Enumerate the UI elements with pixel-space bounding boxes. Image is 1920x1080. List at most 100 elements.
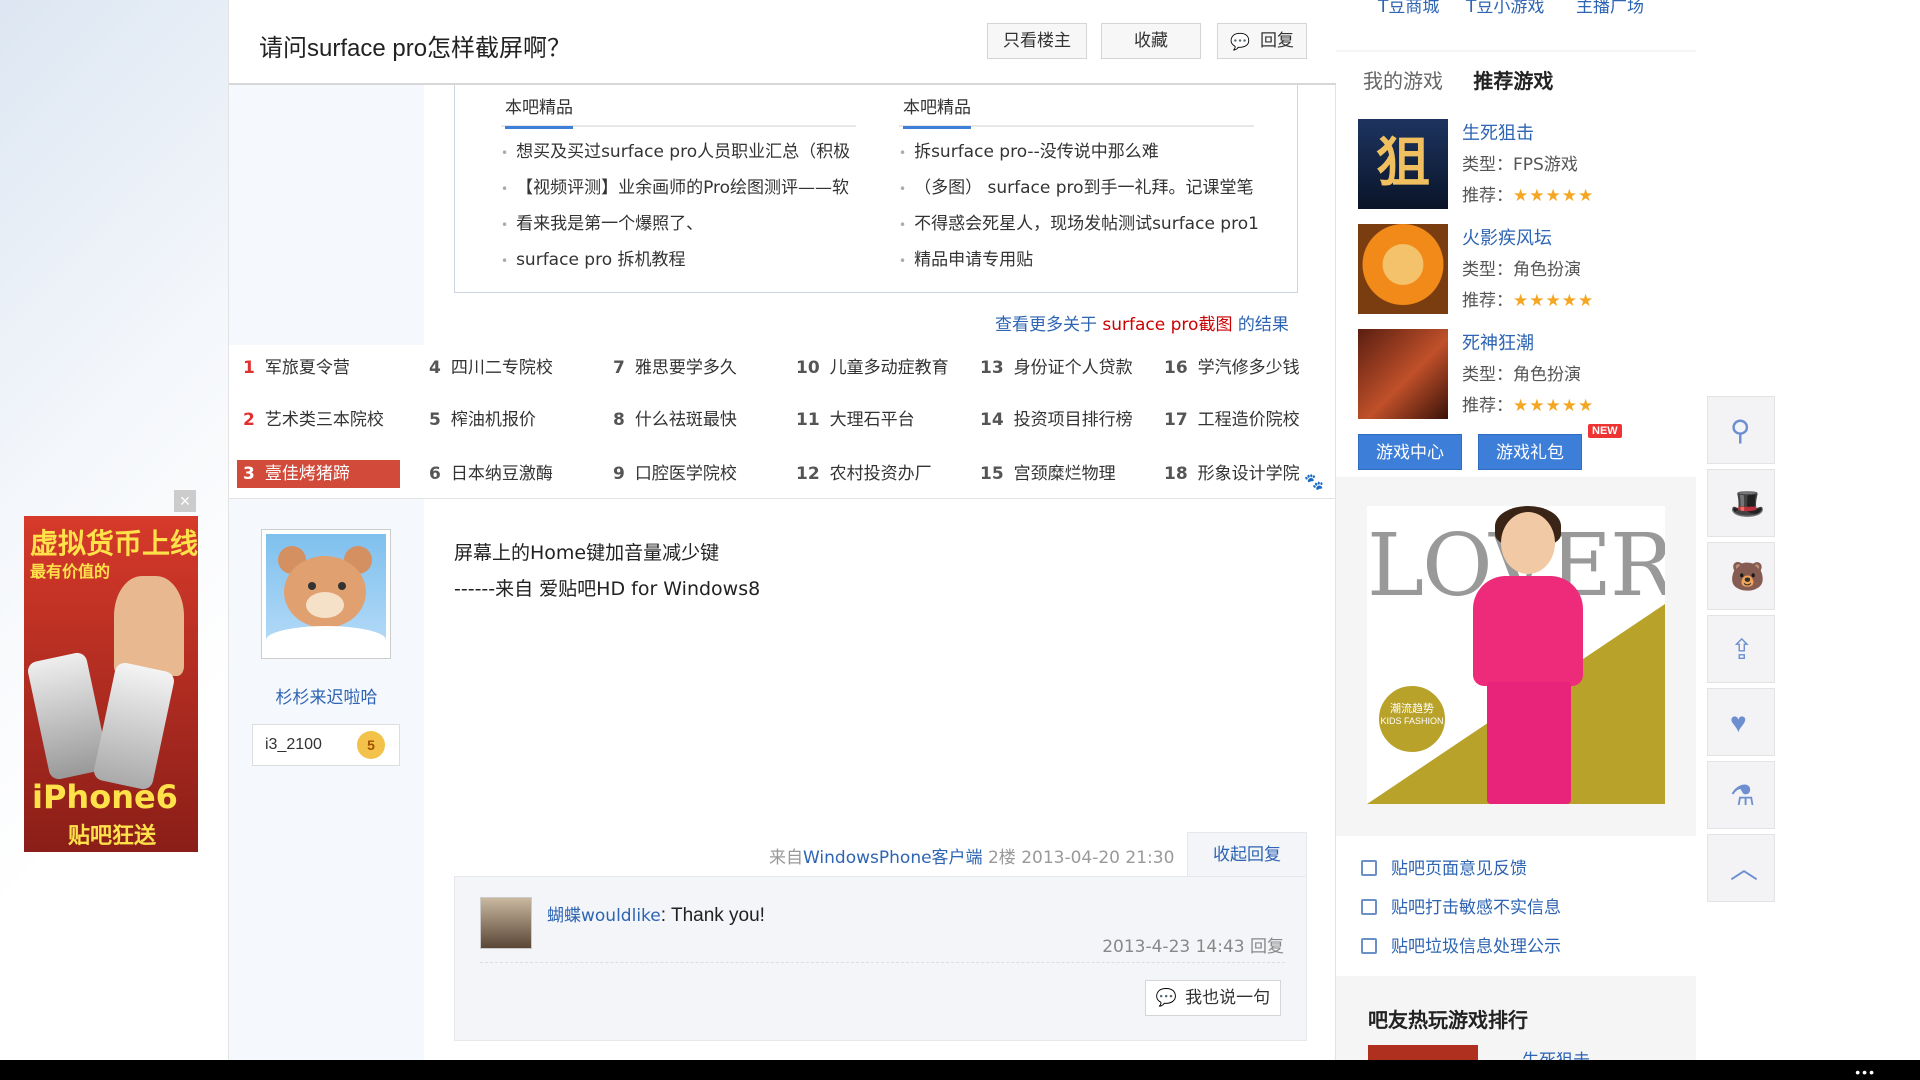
client-source-link[interactable]: WindowsPhone客户端 bbox=[803, 848, 983, 868]
rating-label: 推荐： bbox=[1462, 291, 1513, 311]
reply-author[interactable]: 蝴蝶wouldlike bbox=[547, 906, 661, 926]
ad-headline: 虚拟货币上线 bbox=[30, 527, 198, 560]
featured-link[interactable]: 拆surface pro--没传说中那么难 bbox=[899, 137, 1259, 162]
games-tabs: 我的游戏 推荐游戏 bbox=[1363, 65, 1553, 94]
featured-link[interactable]: （多图） surface pro到手一礼拜。记课堂笔 bbox=[899, 173, 1259, 198]
ad-phone-image bbox=[92, 661, 176, 791]
collapse-replies-button[interactable]: 收起回复 bbox=[1187, 832, 1307, 876]
reply-body: : Thank you! bbox=[660, 905, 765, 926]
reply-avatar[interactable] bbox=[480, 897, 532, 949]
rank-game-thumb[interactable] bbox=[1368, 1045, 1478, 1060]
say-something-button[interactable]: 💬 我也说一句 bbox=[1145, 980, 1281, 1016]
sidebar-top-links: T豆商城 T豆小游戏 主播广场 bbox=[1336, 0, 1696, 50]
hot-search-item[interactable]: 2 艺术类三本院校 bbox=[243, 406, 384, 434]
only-op-button[interactable]: 只看楼主 bbox=[987, 23, 1087, 59]
bear-button[interactable]: 🐻 bbox=[1707, 542, 1775, 610]
hot-search-item[interactable]: 17 工程造价院校 bbox=[1164, 406, 1300, 434]
hot-search-item[interactable]: 14 投资项目排行榜 bbox=[980, 406, 1133, 434]
lovers-ad[interactable]: LOVERS 潮流趋势 KIDS FASHION bbox=[1367, 506, 1665, 804]
reply-button[interactable]: 💬 回复 bbox=[1217, 23, 1307, 59]
back-to-top-button[interactable]: ︿ bbox=[1707, 834, 1775, 902]
more-results-link[interactable]: 查看更多关于 surface pro截图 的结果 bbox=[995, 310, 1289, 335]
location-button[interactable]: ⚲ bbox=[1707, 396, 1775, 464]
share-button[interactable]: ⇪ bbox=[1707, 615, 1775, 683]
more-options-icon[interactable]: ••• bbox=[1855, 1064, 1876, 1080]
left-ad-banner[interactable]: 虚拟货币上线 最有价值的 iPhone6 贴吧狂送 bbox=[24, 516, 198, 852]
hot-search-grid: 1 军旅夏令营 4 四川二专院校 7 雅思要学多久 10 儿童多动症教育 13 身份证个人… bbox=[237, 348, 1337, 498]
hot-search-item[interactable]: 5 榨油机报价 bbox=[429, 406, 536, 434]
say-button-label: 我也说一句 bbox=[1185, 988, 1271, 1008]
ad-product: iPhone6 bbox=[32, 778, 178, 816]
rank-number: 9 bbox=[613, 464, 625, 484]
tdou-mall-link[interactable]: T豆商城 bbox=[1378, 0, 1439, 17]
report-link[interactable]: 贴吧打击敏感不实信息 bbox=[1361, 893, 1561, 918]
rating-label: 推荐： bbox=[1462, 186, 1513, 206]
rank-number: 4 bbox=[429, 358, 441, 378]
magic-hat-button[interactable]: 🎩 bbox=[1707, 469, 1775, 537]
reply-text: 蝴蝶wouldlike: Thank you! bbox=[547, 901, 765, 927]
ad-close-button[interactable]: × bbox=[174, 490, 196, 512]
edit-icon bbox=[1361, 860, 1377, 876]
featured-link[interactable]: 不得惑会死星人，现场发帖测试surface pro1 bbox=[899, 209, 1259, 234]
comment-icon: 💬 bbox=[1230, 32, 1250, 51]
hot-search-item[interactable]: 8 什么祛斑最快 bbox=[613, 406, 737, 434]
hot-search-item[interactable]: 10 儿童多动症教育 bbox=[796, 354, 949, 382]
hot-search-text: 口腔医学院校 bbox=[634, 464, 737, 484]
featured-link[interactable]: 【视频评测】业余画师的Pro绘图测评——软 bbox=[501, 173, 861, 198]
comment-icon: 💬 bbox=[1155, 988, 1178, 1008]
post-time: 2013-04-20 21:30 bbox=[1021, 848, 1175, 868]
rank-number: 14 bbox=[980, 410, 1004, 430]
hot-search-item[interactable]: 12 农村投资办厂 bbox=[796, 460, 932, 488]
author-badge[interactable]: i3_2100 5 bbox=[252, 724, 400, 766]
hot-search-item[interactable]: 7 雅思要学多久 bbox=[613, 354, 737, 382]
game-icon: 狙 bbox=[1358, 119, 1448, 209]
game-icon bbox=[1358, 329, 1448, 419]
featured-heading-left: 本吧精品 bbox=[501, 85, 856, 129]
tab-my-games[interactable]: 我的游戏 bbox=[1363, 69, 1443, 93]
rank-number: 5 bbox=[429, 410, 441, 430]
hot-search-text: 雅思要学多久 bbox=[634, 358, 737, 378]
author-panel: 杉杉来迟啦哈 i3_2100 5 bbox=[229, 499, 424, 1060]
game-center-button[interactable]: 游戏中心 bbox=[1358, 434, 1462, 470]
hot-search-item[interactable]: 11 大理石平台 bbox=[796, 406, 915, 434]
favorite-heart-button[interactable]: ♥ bbox=[1707, 688, 1775, 756]
hot-search-item[interactable]: 4 四川二专院校 bbox=[429, 354, 553, 382]
hot-search-text: 军旅夏令营 bbox=[264, 358, 350, 378]
featured-link[interactable]: 精品申请专用贴 bbox=[899, 245, 1259, 270]
game-item[interactable]: 死神狂潮 类型：角色扮演 推荐：★★★★★ bbox=[1358, 329, 1678, 421]
game-gift-button[interactable]: 游戏礼包 bbox=[1478, 434, 1582, 470]
hot-search-item[interactable]: 13 身份证个人贷款 bbox=[980, 354, 1133, 382]
featured-link[interactable]: 想买及买过surface pro人员职业汇总（积极 bbox=[501, 137, 861, 162]
author-name[interactable]: 杉杉来迟啦哈 bbox=[229, 683, 424, 708]
game-name[interactable]: 死神狂潮 bbox=[1462, 329, 1534, 355]
reply-link[interactable]: 回复 bbox=[1250, 937, 1284, 957]
game-name[interactable]: 火影疾风坛 bbox=[1462, 224, 1552, 250]
tdou-game-link[interactable]: T豆小游戏 bbox=[1466, 0, 1544, 17]
hot-search-item[interactable]: 9 口腔医学院校 bbox=[613, 460, 737, 488]
featured-link[interactable]: 看来我是第一个爆照了、 bbox=[501, 209, 861, 234]
game-item[interactable]: 火影疾风坛 类型：角色扮演 推荐：★★★★★ bbox=[1358, 224, 1678, 316]
hot-search-item[interactable]: 1 军旅夏令营 bbox=[243, 354, 350, 382]
featured-link[interactable]: surface pro 拆机教程 bbox=[501, 245, 861, 270]
lab-button[interactable]: ⚗ bbox=[1707, 761, 1775, 829]
spam-notice-link[interactable]: 贴吧垃圾信息处理公示 bbox=[1361, 932, 1561, 957]
favorite-button[interactable]: 收藏 bbox=[1101, 23, 1201, 59]
rank-number: 12 bbox=[796, 464, 820, 484]
hot-search-item[interactable]: 6 日本纳豆激酶 bbox=[429, 460, 553, 488]
floor-number: 2楼 bbox=[987, 848, 1016, 868]
tab-recommended[interactable]: 推荐游戏 bbox=[1473, 69, 1553, 93]
anchor-plaza-link[interactable]: 主播广场 bbox=[1576, 0, 1644, 17]
avatar[interactable] bbox=[261, 529, 391, 659]
bear-snout bbox=[306, 592, 344, 618]
hot-search-text: 儿童多动症教育 bbox=[829, 358, 949, 378]
game-type: 类型：角色扮演 bbox=[1462, 260, 1581, 280]
hot-search-item[interactable]: 16 学汽修多少钱 bbox=[1164, 354, 1300, 382]
hot-search-item[interactable]: 15 宫颈糜烂物理 bbox=[980, 460, 1116, 488]
model-jacket bbox=[1473, 576, 1583, 686]
feedback-link[interactable]: 贴吧页面意见反馈 bbox=[1361, 854, 1527, 879]
game-item[interactable]: 狙 生死狙击 类型：FPS游戏 推荐：★★★★★ bbox=[1358, 119, 1678, 211]
more-keyword: surface pro截图 bbox=[1102, 315, 1233, 335]
hot-search-item-selected[interactable]: 3 壹佳烤猪蹄 bbox=[237, 460, 400, 488]
game-name[interactable]: 生死狙击 bbox=[1462, 119, 1534, 145]
hot-search-item[interactable]: 18 形象设计学院 bbox=[1164, 460, 1300, 488]
